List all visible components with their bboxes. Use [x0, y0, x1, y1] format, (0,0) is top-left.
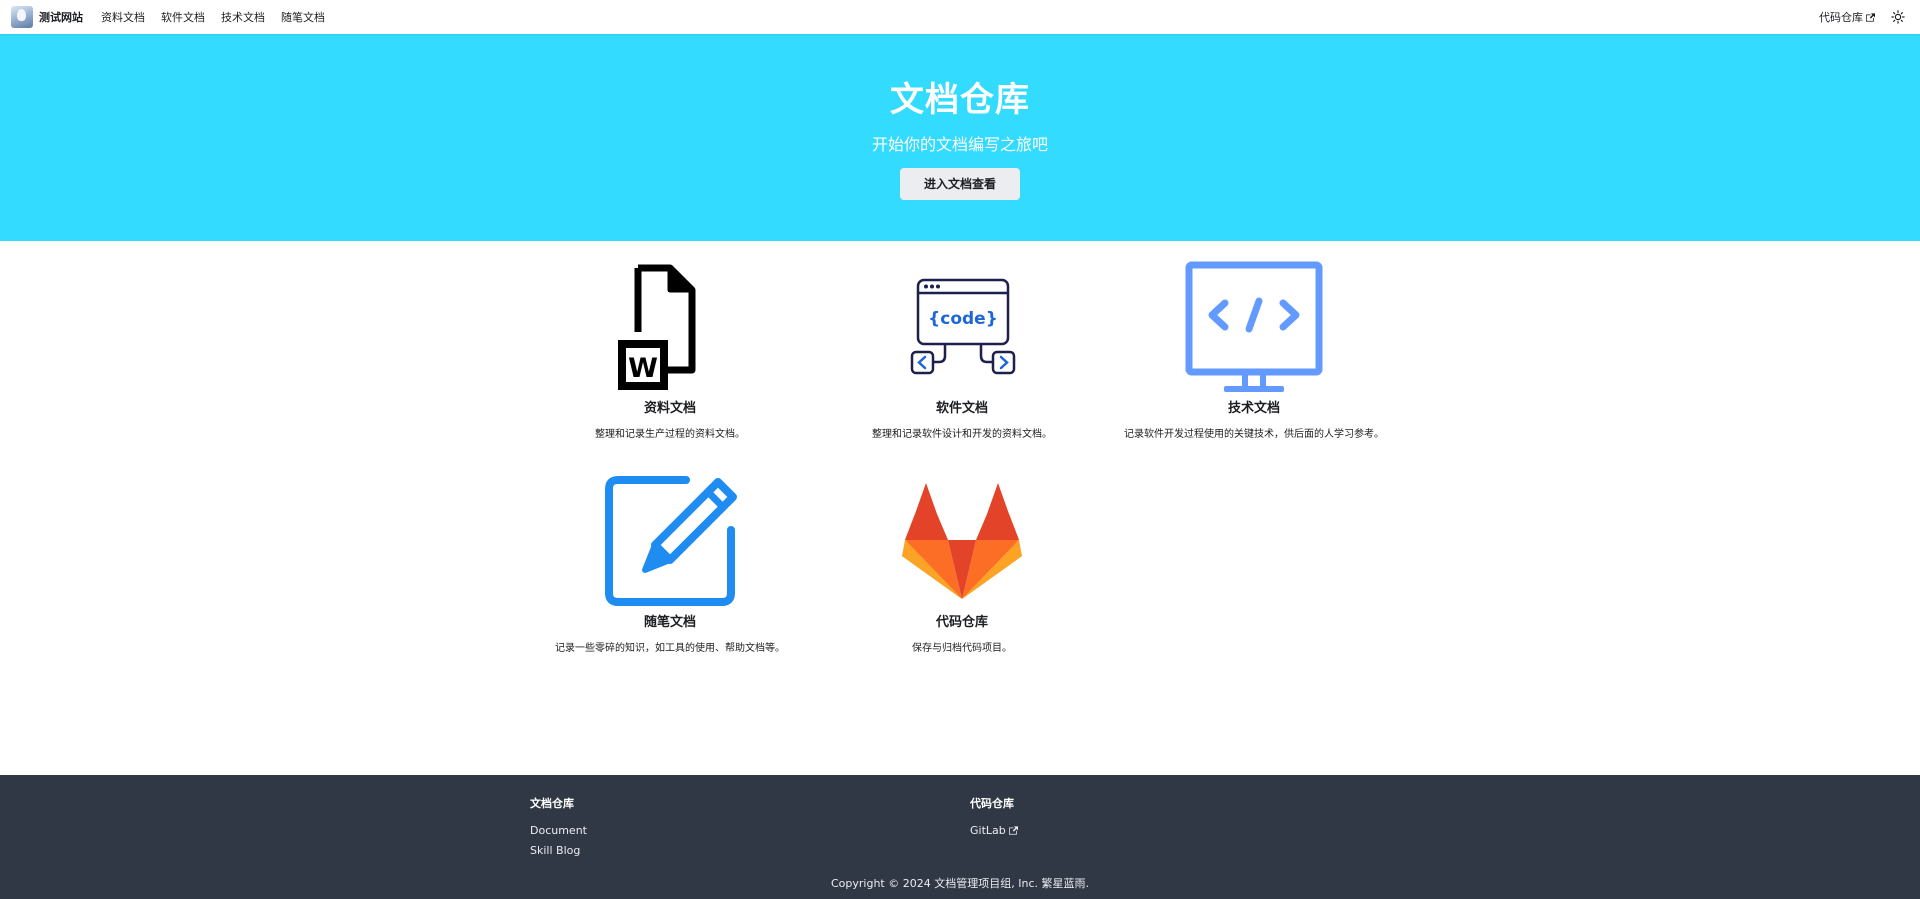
feature-tech-docs: 技术文档 记录软件开发过程使用的关键技术，供后面的人学习参考。: [1108, 260, 1400, 444]
footer: 文档仓库 Document Skill Blog 代码仓库 GitLab Cop…: [0, 775, 1920, 899]
word-document-icon: W: [618, 264, 696, 390]
feature-code-repo: 代码仓库 保存与归档代码项目。: [816, 474, 1108, 658]
footer-column-docs: 文档仓库 Document Skill Blog: [530, 795, 587, 864]
feature-materials-docs: W 资料文档 整理和记录生产过程的资料文档。: [524, 260, 816, 444]
footer-column-code-repo: 代码仓库 GitLab: [970, 795, 1018, 844]
feature-description: 记录一些零碎的知识，如工具的使用、帮助文档等。: [555, 643, 785, 654]
svg-text:{code}: {code}: [928, 309, 998, 329]
svg-text:W: W: [628, 353, 658, 384]
feature-software-docs: {code} 软件文档 整理和记录软件设计和开发的资料文档。: [816, 260, 1108, 444]
footer-link-gitlab-label: GitLab: [970, 824, 1006, 837]
external-link-icon: [1008, 826, 1018, 835]
gitlab-fox-icon: [902, 483, 1022, 599]
nav-item-materials-docs[interactable]: 资料文档: [101, 9, 145, 25]
feature-title: 随笔文档: [643, 615, 696, 630]
footer-column-title: 代码仓库: [970, 797, 1014, 810]
footer-column-title: 文档仓库: [530, 797, 574, 810]
footer-link-skill-blog[interactable]: Skill Blog: [530, 844, 587, 857]
theme-toggle-button[interactable]: [1887, 6, 1909, 28]
footer-link-gitlab[interactable]: GitLab: [970, 824, 1018, 837]
code-window-icon: {code}: [910, 278, 1016, 375]
feature-notes-docs: 随笔文档 记录一些零碎的知识，如工具的使用、帮助文档等。: [524, 474, 816, 658]
feature-title: 资料文档: [643, 401, 696, 416]
brand-link[interactable]: 测试网站: [11, 6, 83, 28]
nav-code-repo-link[interactable]: 代码仓库: [1819, 9, 1875, 25]
navbar: 测试网站 资料文档 软件文档 技术文档 随笔文档 代码仓库: [0, 0, 1920, 34]
footer-link-document[interactable]: Document: [530, 824, 587, 837]
sun-icon: [1891, 10, 1905, 24]
copyright-text: Copyright © 2024 文档管理项目组, Inc. 繁星蓝雨.: [831, 877, 1089, 890]
feature-title: 代码仓库: [935, 615, 988, 630]
nav-code-repo-label: 代码仓库: [1819, 11, 1863, 24]
feature-description: 记录软件开发过程使用的关键技术，供后面的人学习参考。: [1124, 429, 1384, 440]
hero-subtitle: 开始你的文档编写之旅吧: [871, 135, 1048, 154]
feature-title: 技术文档: [1227, 401, 1280, 416]
feature-description: 保存与归档代码项目。: [912, 643, 1012, 654]
hero-title: 文档仓库: [890, 80, 1030, 120]
view-docs-button[interactable]: 进入文档查看: [900, 168, 1020, 200]
feature-description: 整理和记录软件设计和开发的资料文档。: [872, 429, 1052, 440]
nav-item-notes-docs[interactable]: 随笔文档: [281, 9, 325, 25]
brand-title: 测试网站: [39, 11, 83, 24]
edit-pencil-icon: [605, 476, 737, 606]
feature-title: 软件文档: [935, 401, 988, 416]
feature-description: 整理和记录生产过程的资料文档。: [595, 429, 745, 440]
nav-item-tech-docs[interactable]: 技术文档: [221, 9, 265, 25]
nav-item-software-docs[interactable]: 软件文档: [161, 9, 205, 25]
site-logo: [11, 6, 33, 28]
external-link-icon: [1866, 12, 1875, 22]
navbar-right: 代码仓库: [1819, 6, 1909, 28]
code-monitor-icon: [1185, 261, 1323, 392]
hero-banner: 文档仓库 开始你的文档编写之旅吧 进入文档查看: [0, 34, 1920, 241]
